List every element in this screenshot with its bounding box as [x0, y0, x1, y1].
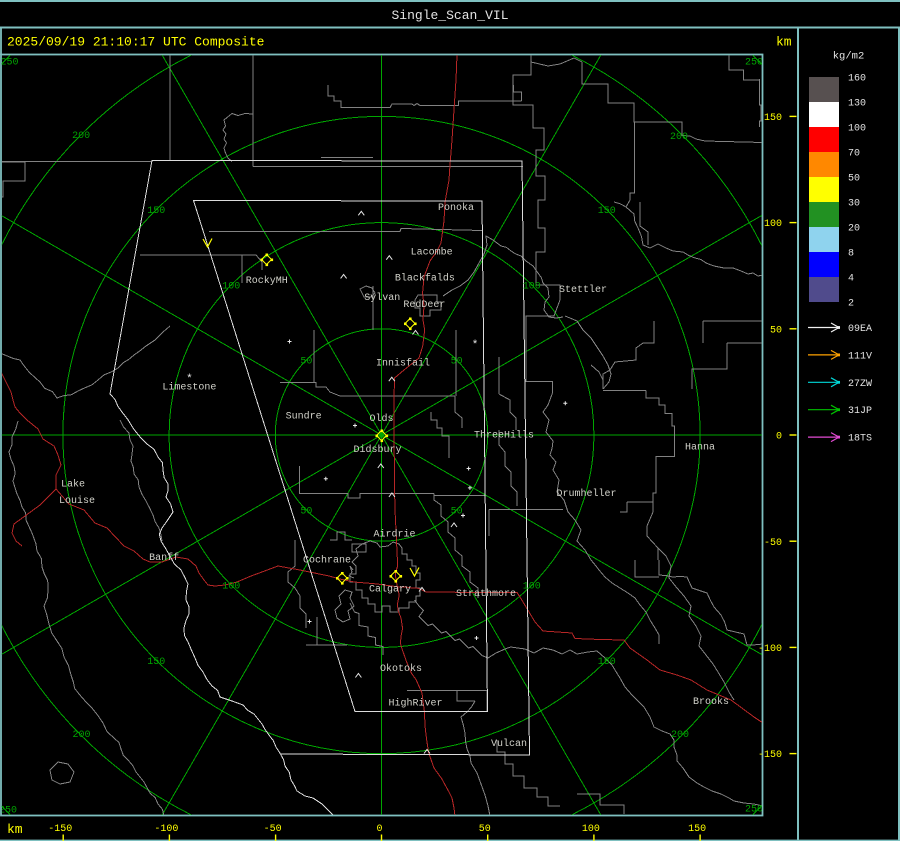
- svg-text:-100: -100: [154, 824, 178, 835]
- svg-text:*: *: [186, 373, 193, 385]
- svg-text:Sundre: Sundre: [286, 411, 322, 423]
- svg-text:-150: -150: [758, 750, 782, 761]
- svg-text:150: 150: [598, 657, 616, 668]
- svg-text:Vulcan: Vulcan: [491, 738, 527, 750]
- svg-text:50: 50: [451, 507, 463, 518]
- svg-text:160: 160: [848, 74, 866, 85]
- svg-text:100: 100: [848, 124, 866, 135]
- svg-text:150: 150: [688, 824, 706, 835]
- svg-text:100: 100: [582, 824, 600, 835]
- svg-text:Innisfail: Innisfail: [376, 358, 430, 370]
- svg-text:Calgary: Calgary: [369, 583, 411, 595]
- svg-text:Didsbury: Didsbury: [353, 444, 401, 456]
- svg-text:4: 4: [848, 274, 854, 285]
- svg-text:150: 150: [147, 206, 165, 217]
- svg-text:200: 200: [671, 730, 689, 741]
- svg-text:Banff: Banff: [149, 552, 179, 564]
- svg-text:-50: -50: [764, 538, 782, 549]
- svg-text:50: 50: [300, 356, 312, 367]
- svg-text:Olds: Olds: [369, 413, 393, 425]
- svg-text:250: 250: [745, 58, 763, 69]
- svg-text:200: 200: [72, 730, 90, 741]
- svg-text:ThreeHills: ThreeHills: [474, 430, 534, 442]
- svg-text:130: 130: [848, 99, 866, 110]
- svg-text:RockyMH: RockyMH: [246, 275, 288, 287]
- svg-text:30: 30: [848, 199, 860, 210]
- svg-text:100: 100: [764, 219, 782, 230]
- svg-text:50: 50: [479, 824, 491, 835]
- svg-text:*: *: [472, 339, 479, 351]
- svg-text:Strathmore: Strathmore: [456, 588, 516, 600]
- svg-text:09EA: 09EA: [848, 324, 872, 335]
- svg-text:50: 50: [770, 325, 782, 336]
- svg-text:HighRiver: HighRiver: [388, 698, 442, 710]
- svg-text:Blackfalds: Blackfalds: [395, 273, 455, 285]
- svg-text:150: 150: [147, 657, 165, 668]
- svg-text:50: 50: [848, 174, 860, 185]
- svg-text:50: 50: [451, 356, 463, 367]
- svg-text:27ZW: 27ZW: [848, 379, 872, 390]
- svg-text:Lake: Lake: [61, 479, 85, 491]
- svg-text:2025/09/19 21:10:17 UTC Compos: 2025/09/19 21:10:17 UTC Composite: [7, 35, 264, 50]
- svg-text:150: 150: [598, 206, 616, 217]
- svg-text:250: 250: [745, 805, 763, 816]
- svg-text:Hanna: Hanna: [685, 443, 715, 454]
- svg-text:150: 150: [764, 113, 782, 124]
- svg-text:100: 100: [222, 582, 240, 593]
- svg-text:-150: -150: [48, 824, 72, 835]
- svg-text:RedDeer: RedDeer: [403, 299, 445, 311]
- svg-text:Stettler: Stettler: [559, 284, 607, 296]
- svg-text:kg/m2: kg/m2: [833, 51, 865, 63]
- svg-text:50: 50: [300, 507, 312, 518]
- svg-text:100: 100: [523, 582, 541, 593]
- svg-text:70: 70: [848, 149, 860, 160]
- svg-text:100: 100: [523, 281, 541, 292]
- svg-text:Ponoka: Ponoka: [438, 202, 474, 214]
- svg-text:0: 0: [376, 824, 382, 835]
- svg-text:18TS: 18TS: [848, 434, 872, 445]
- svg-text:0: 0: [776, 432, 782, 443]
- svg-text:km: km: [776, 35, 792, 50]
- svg-text:Brooks: Brooks: [693, 696, 729, 708]
- svg-text:200: 200: [72, 131, 90, 142]
- svg-text:Cochrane: Cochrane: [303, 555, 351, 567]
- svg-text:Airdrie: Airdrie: [373, 529, 415, 541]
- svg-text:200: 200: [670, 132, 688, 143]
- svg-text:111V: 111V: [848, 351, 872, 362]
- svg-text:Single_Scan_VIL: Single_Scan_VIL: [391, 8, 508, 23]
- svg-text:km: km: [7, 822, 23, 837]
- svg-text:-50: -50: [264, 824, 282, 835]
- svg-text:31JP: 31JP: [848, 406, 872, 417]
- svg-text:Louise: Louise: [59, 495, 95, 507]
- svg-text:Okotoks: Okotoks: [380, 663, 422, 675]
- svg-text:8: 8: [848, 249, 854, 260]
- svg-text:250: 250: [0, 58, 18, 69]
- svg-text:2: 2: [848, 299, 854, 310]
- svg-text:Lacombe: Lacombe: [411, 247, 453, 259]
- svg-text:-100: -100: [758, 644, 782, 655]
- svg-text:100: 100: [222, 281, 240, 292]
- svg-text:Drumheller: Drumheller: [556, 488, 616, 500]
- svg-text:Sylvan: Sylvan: [364, 292, 400, 304]
- svg-text:20: 20: [848, 224, 860, 235]
